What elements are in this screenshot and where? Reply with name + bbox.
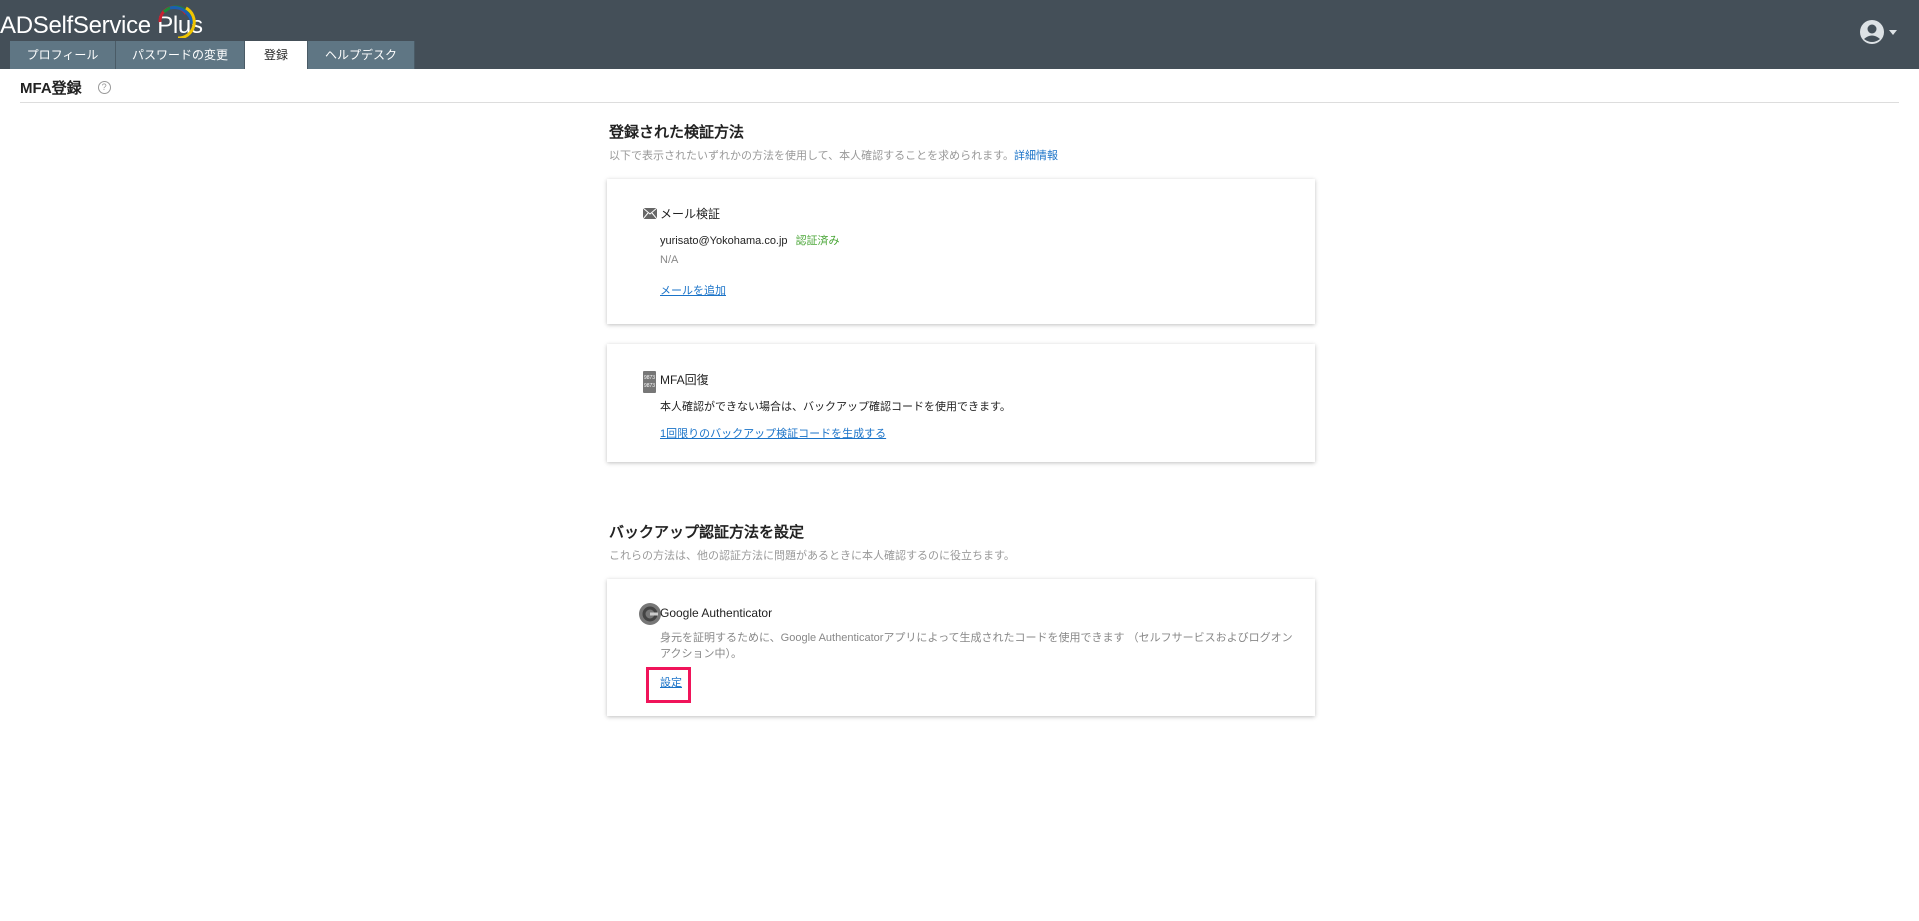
recovery-title: MFA回復 (660, 373, 709, 387)
registered-methods-subtitle: 以下で表示されたいずれかの方法を使用して、本人確認することを求められます。詳細情… (609, 147, 1058, 163)
email-verification-card: メール検証 yurisato@Yokohama.co.jp 認証済み N/A メー… (607, 179, 1315, 324)
tab-profile[interactable]: プロフィール (10, 41, 116, 69)
icon-code-text: 9873 (643, 375, 656, 381)
google-authenticator-icon (639, 603, 661, 625)
mail-icon (643, 208, 657, 219)
page-title: MFA登録? (20, 77, 111, 98)
mfa-recovery-card: 9873 9873 MFA回復 本人確認ができない場合は、バックアップ確認コードを… (607, 344, 1315, 462)
icon-code-text: 9873 (643, 383, 656, 389)
backup-methods-subtitle: これらの方法は、他の認証方法に問題があるときに本人確認するのに役立ちます。 (609, 550, 1015, 562)
more-info-link[interactable]: 詳細情報 (1014, 150, 1058, 162)
backup-methods-heading: バックアップ認証方法を設定 (609, 524, 805, 541)
generate-backup-codes-link[interactable]: 1回限りのバックアップ検証コードを生成する (660, 425, 886, 441)
top-header: ADSelfService Plus プロフィール パスワードの変更 登録 ヘル… (0, 0, 1919, 69)
app-logo[interactable]: ADSelfService Plus (0, 5, 203, 40)
main-tabs: プロフィール パスワードの変更 登録 ヘルプデスク (10, 41, 415, 69)
subtitle-text: 以下で表示されたいずれかの方法を使用して、本人確認することを求められます。 (609, 150, 1015, 162)
backup-code-icon: 9873 9873 (643, 371, 656, 393)
recovery-description: 本人確認ができない場合は、バックアップ確認コードを使用できます。 (660, 401, 1011, 413)
add-email-link[interactable]: メールを追加 (660, 282, 726, 298)
tab-helpdesk[interactable]: ヘルプデスク (308, 41, 415, 69)
tab-change-password[interactable]: パスワードの変更 (116, 41, 245, 69)
tab-enrollment[interactable]: 登録 (245, 41, 308, 69)
page-title-text: MFA登録 (20, 80, 82, 97)
highlight-box (646, 667, 691, 703)
google-authenticator-description: 身元を証明するために、Google Authenticatorアプリによって生成… (660, 632, 1293, 660)
secondary-email: N/A (660, 254, 679, 266)
registered-methods-heading: 登録された検証方法 (609, 124, 745, 141)
email-title: メール検証 (660, 207, 721, 221)
logo-arc-icon (158, 5, 196, 38)
verified-badge: 認証済み (795, 235, 840, 247)
google-authenticator-title: Google Authenticator (660, 606, 773, 620)
user-menu[interactable] (1860, 20, 1897, 44)
divider (20, 102, 1899, 103)
user-avatar-icon (1860, 20, 1884, 44)
help-icon[interactable]: ? (97, 81, 111, 94)
email-address: yurisato@Yokohama.co.jp (660, 235, 788, 247)
google-authenticator-card: Google Authenticator 身元を証明するために、Google A… (607, 579, 1315, 716)
chevron-down-icon (1889, 29, 1897, 35)
